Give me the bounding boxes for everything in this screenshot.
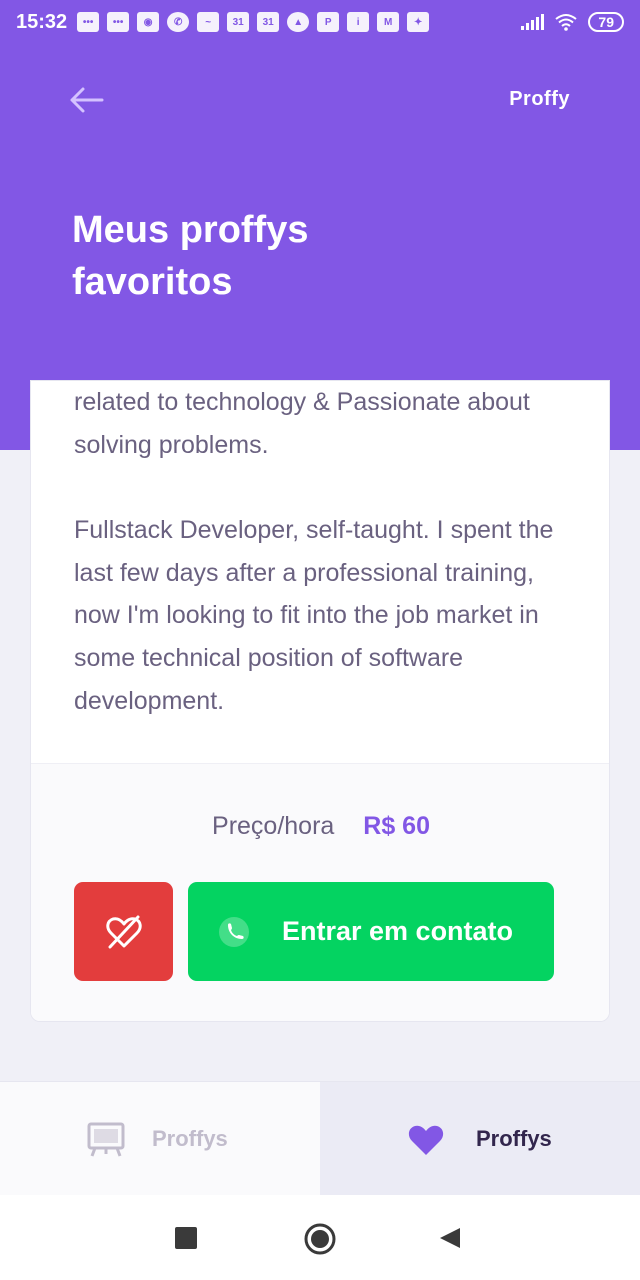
system-nav-bar (0, 1195, 640, 1280)
message-icon: ••• (107, 12, 130, 32)
signal-icon (521, 14, 545, 30)
brand-logo: Proffy (509, 88, 570, 110)
tab-proffys[interactable]: Proffys (0, 1082, 320, 1196)
teacher-bio: related to technology & Passionate about… (31, 381, 609, 722)
calendar-icon: 31 (227, 12, 250, 32)
ifood-icon: ~ (197, 12, 220, 32)
heart-outline-icon (105, 915, 142, 948)
contact-button[interactable]: Entrar em contato (188, 882, 554, 981)
ifood-icon: i (347, 12, 370, 32)
recents-square-icon[interactable] (175, 1227, 197, 1249)
bio-paragraph: Fullstack Developer, self-taught. I spen… (74, 516, 554, 715)
card-footer: Preço/hora R$ 60 Entrar em contato (31, 763, 609, 1021)
battery-indicator: 79 (588, 12, 624, 32)
contact-button-label: Entrar em contato (282, 916, 514, 946)
heart-icon (408, 1125, 444, 1155)
whatsapp-icon (219, 916, 249, 947)
whatsapp-icon: ✆ (167, 12, 190, 32)
status-bar: 15:32 ••• ••• ◉ ✆ ~ 31 31 ▲ P i M ✦ 79 (0, 0, 640, 44)
tab-label: Proffys (476, 1126, 552, 1151)
page-title: Meus proffys favoritos (72, 209, 309, 303)
price-row: Preço/hora R$ 60 (31, 812, 609, 841)
teacher-card: related to technology & Passionate about… (30, 380, 610, 1022)
bird-icon: ✦ (407, 12, 430, 32)
tab-label: Proffys (152, 1126, 228, 1151)
back-triangle-icon[interactable] (438, 1226, 462, 1250)
bio-paragraph: related to technology & Passionate about… (74, 388, 530, 459)
price-label: Preço/hora (212, 812, 335, 840)
back-arrow-icon[interactable] (66, 82, 110, 118)
easel-icon (87, 1122, 125, 1157)
calendar-icon: 31 (257, 12, 280, 32)
wifi-icon (555, 14, 578, 31)
discord-icon: ◉ (137, 12, 160, 32)
home-circle-icon[interactable] (303, 1222, 337, 1256)
status-right: 79 (521, 12, 624, 32)
gmail-icon: M (377, 12, 400, 32)
price-value: R$ 60 (363, 812, 430, 840)
status-time: 15:32 (16, 10, 68, 33)
tab-bar: Proffys Proffys (0, 1081, 640, 1196)
notification-icons: ••• ••• ◉ ✆ ~ 31 31 ▲ P i M ✦ (77, 12, 430, 32)
unfavorite-button[interactable] (74, 882, 173, 981)
app-icon: P (317, 12, 340, 32)
tab-favorites[interactable]: Proffys (320, 1082, 640, 1196)
message-icon: ••• (77, 12, 100, 32)
app-icon: ▲ (287, 12, 310, 32)
